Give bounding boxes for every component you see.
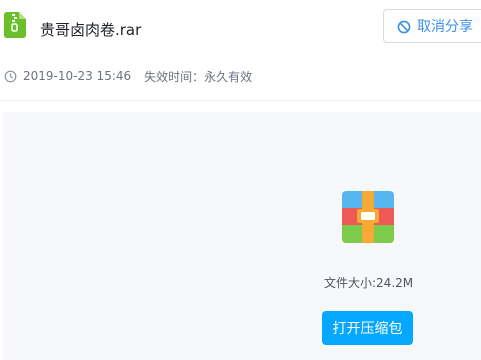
expire-time: 失效时间：永久有效 (144, 69, 253, 84)
open-archive-button[interactable]: 打开压缩包 (322, 311, 413, 345)
cancel-share-button[interactable]: 取消分享 (383, 9, 481, 43)
share-page: 贵哥卤肉卷.rar 取消分享 2019-10-23 15:46 失效时间：永久有… (0, 0, 481, 360)
divider (0, 100, 481, 101)
clock-icon (4, 70, 17, 83)
archive-icon (342, 191, 394, 243)
cancel-share-label: 取消分享 (417, 19, 473, 35)
share-meta: 2019-10-23 15:46 失效时间：永久有效 (4, 67, 252, 85)
share-time: 2019-10-23 15:46 (23, 69, 132, 83)
file-preview-panel: 文件大小:24.2M 打开压缩包 (3, 112, 481, 360)
zip-file-icon (4, 12, 26, 38)
ban-icon (397, 19, 411, 34)
file-size: 文件大小:24.2M (324, 276, 414, 290)
file-name: 贵哥卤肉卷.rar (40, 21, 142, 39)
